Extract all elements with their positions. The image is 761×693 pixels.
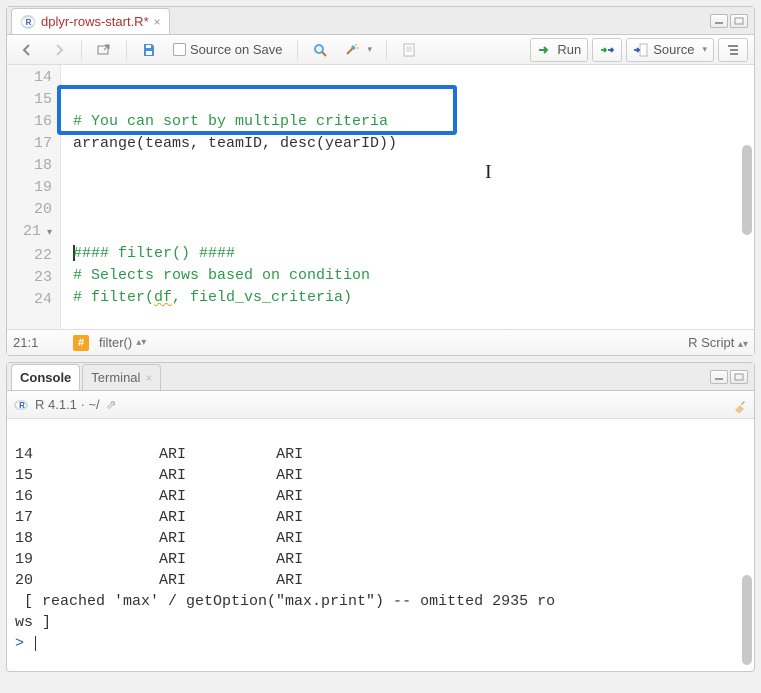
source-tab-label: dplyr-rows-start.R* [41,14,149,29]
console-path-icon[interactable]: ⇗ [106,397,117,413]
svg-text:R: R [19,401,25,410]
window-buttons [710,7,754,34]
updown-icon: ▴▾ [136,337,146,348]
rerun-button[interactable] [592,38,622,62]
code-line-17 [73,157,82,174]
console-toolbar: R R 4.1.1 · ~/ ⇗ [7,391,754,419]
run-icon [537,42,553,58]
text-cursor-icon: I [485,161,492,183]
close-icon[interactable]: × [154,15,161,29]
close-icon[interactable]: × [145,371,152,385]
maximize-button[interactable] [730,370,748,384]
code-tools-button[interactable]: ▾ [338,39,379,61]
terminal-tab-label: Terminal [91,370,140,385]
scrollbar-thumb[interactable] [742,575,752,665]
section-nav[interactable]: # filter() ▴▾ [73,335,146,351]
source-tabbar: R dplyr-rows-start.R* × [7,7,754,35]
section-name: filter() [99,335,132,350]
terminal-tab[interactable]: Terminal × [82,364,161,390]
r-logo-icon: R [13,397,29,413]
code-line-19 [73,201,82,218]
console-tabbar: Console Terminal × [7,363,754,391]
run-label: Run [557,42,581,57]
source-on-save-label: Source on Save [190,42,283,57]
scrollbar-thumb[interactable] [742,145,752,235]
cursor-position: 21:1 [13,335,73,350]
code-line-14 [73,91,82,108]
source-tab-active[interactable]: R dplyr-rows-start.R* × [11,8,170,34]
svg-text:R: R [26,18,32,27]
source-statusbar: 21:1 # filter() ▴▾ R Script ▴▾ [7,329,754,355]
code-line-15: # You can sort by multiple criteria [73,113,388,130]
code-area[interactable]: # You can sort by multiple criteria arra… [61,65,754,329]
code-line-18 [73,179,82,196]
console-row: 14 ARI ARI [15,446,303,463]
show-in-new-window-button[interactable] [90,39,118,61]
outline-button[interactable] [718,38,748,62]
clear-console-icon[interactable] [732,397,748,413]
language-selector[interactable]: R Script ▴▾ [688,335,748,350]
code-line-16: arrange(teams, teamID, desc(yearID)) [73,135,397,152]
source-button-label: Source [653,42,694,57]
console-tab-label: Console [20,370,71,385]
minimize-button[interactable] [710,370,728,384]
code-line-21: #### filter() #### [73,245,235,262]
find-button[interactable] [306,39,334,61]
console-footer-2: ws ] [15,614,51,631]
r-file-icon: R [20,14,36,30]
source-pane: R dplyr-rows-start.R* × Source on Save ▾… [6,6,755,356]
checkbox-icon [173,43,186,56]
console-row: 17 ARI ARI [15,509,303,526]
code-line-23: # filter(df, field_vs_criteria) [73,289,352,306]
forward-button[interactable] [45,39,73,61]
language-label: R Script [688,335,734,350]
console-prompt-line[interactable]: > [15,635,36,652]
back-button[interactable] [13,39,41,61]
source-button[interactable]: Source ▾ [626,38,714,62]
console-row: 20 ARI ARI [15,572,303,589]
save-button[interactable] [135,39,163,61]
updown-icon: ▴▾ [738,339,748,350]
code-line-24 [73,311,82,328]
console-row: 15 ARI ARI [15,467,303,484]
console-header: R 4.1.1 · ~/ [35,397,100,412]
console-row: 19 ARI ARI [15,551,303,568]
console-row: 18 ARI ARI [15,530,303,547]
maximize-button[interactable] [730,14,748,28]
source-on-save-toggle[interactable]: Source on Save [167,39,289,60]
run-button[interactable]: Run [530,38,588,62]
console-tab[interactable]: Console [11,364,80,390]
window-buttons [710,363,754,390]
minimize-button[interactable] [710,14,728,28]
hash-icon: # [73,335,89,351]
console-output[interactable]: 14 ARI ARI 15 ARI ARI 16 ARI ARI 17 ARI … [7,419,754,671]
editor[interactable]: 14 15 16 17 18 19 20 21 ▾ 22 23 24 # You… [7,65,754,329]
compile-report-button[interactable] [395,39,423,61]
source-toolbar: Source on Save ▾ Run Source ▾ [7,35,754,65]
code-line-20 [73,223,82,240]
console-row: 16 ARI ARI [15,488,303,505]
console-pane: Console Terminal × R R 4.1.1 · ~/ ⇗ 14 A… [6,362,755,672]
console-footer-1: [ reached 'max' / getOption("max.print")… [15,593,555,610]
source-icon [633,42,649,58]
code-line-22: # Selects rows based on condition [73,267,370,284]
line-gutter: 14 15 16 17 18 19 20 21 ▾ 22 23 24 [7,65,61,329]
